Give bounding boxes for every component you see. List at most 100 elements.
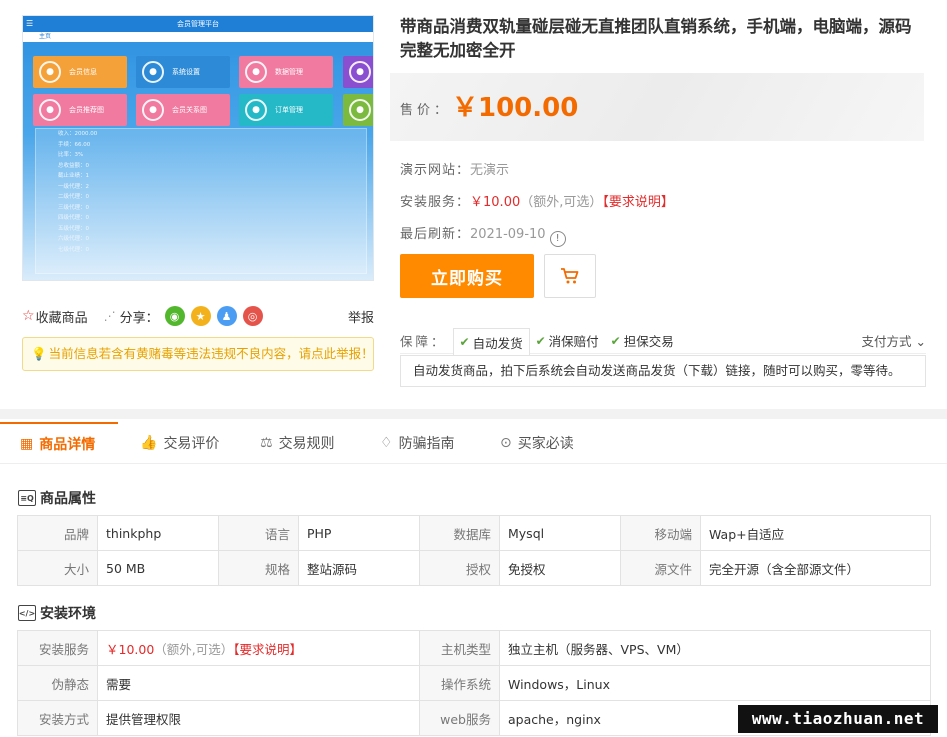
clock-icon[interactable]: ! (549, 231, 566, 247)
check-icon: ✔ (535, 333, 546, 348)
table-row: 安装服务 ￥10.00（额外,可选）【要求说明】 主机类型 独立主机（服务器、V… (17, 630, 931, 666)
demo-site-row: 演示网站：无演示 (400, 163, 510, 178)
preview-stat-line: 三级代理：0 (58, 204, 89, 211)
guarantee-escrow[interactable]: ✔ 担保交易 (605, 328, 680, 354)
attribute-value: thinkphp (97, 515, 219, 551)
preview-stats-panel: 收入：2000.00 手续：66.00 比率：3% 总收益额：0 截止业绩：1 一级代理：… (35, 128, 367, 274)
attribute-value: PHP (298, 515, 420, 551)
preview-stat-line: 总收益额：0 (58, 162, 89, 169)
payment-methods-dropdown[interactable]: 支付方式 ⌄ (862, 331, 926, 350)
demo-site-value: 无演示 (470, 163, 510, 178)
cart-icon (561, 268, 579, 284)
attributes-table: 品牌 thinkphp 语言 PHP 数据库 Mysql 移动端 Wap+自适应 大小 50 MB… (17, 515, 931, 586)
code-icon: </> (18, 605, 36, 621)
price-label: 售价： (400, 103, 452, 118)
check-icon: ✔ (610, 333, 621, 348)
attribute-value: Wap+自适应 (700, 515, 931, 551)
attributes-title: ≡Q 商品属性 (18, 488, 96, 508)
grid-icon: ▦ (20, 436, 34, 452)
target-icon: ⊙ (500, 435, 512, 451)
table-row: 伪静态 需要 操作系统 Windows，Linux (17, 665, 931, 701)
tab-buyer-notice[interactable]: ⊙ 买家必读 (500, 422, 574, 464)
preview-stat-line: 七级代理：0 (58, 246, 89, 253)
tile-icon: ● (39, 99, 61, 121)
tile-icon: ● (245, 99, 267, 121)
requirements-link[interactable]: 【要求说明】 (602, 195, 674, 210)
search-list-icon: ≡Q (18, 490, 36, 506)
tab-trade-rules[interactable]: ⚖ 交易规则 (260, 422, 335, 464)
product-title: 带商品消费双轨量碰层碰无直推团队直销系统，手机端，电脑端，源码完整无加密全开 (400, 17, 912, 60)
check-icon: ✔ (459, 335, 470, 349)
wechat-icon[interactable]: ◉ (164, 306, 185, 326)
star-icon: ☆ (22, 308, 35, 324)
attribute-key: 大小 (17, 550, 98, 586)
preview-stat-line: 四级代理：0 (58, 215, 89, 221)
menu-icon: ☰ (26, 19, 34, 28)
guarantee-description: 自动发货商品，拍下后系统会自动发送商品发货（下载）链接，随时可以购买，零等待。 (400, 355, 926, 387)
attribute-key: 品牌 (17, 515, 98, 551)
favorite-button[interactable]: ☆ 收藏商品 (22, 307, 88, 326)
table-row: 品牌 thinkphp 语言 PHP 数据库 Mysql 移动端 Wap+自适应 (17, 515, 931, 551)
last-refresh-row: 最后刷新：2021-09-10! (400, 223, 566, 247)
guarantee-row: 保障： ✔ 自动发货 ✔ 消保赔付 ✔ 担保交易 支付方式 ⌄ (400, 327, 926, 356)
tab-anti-fraud[interactable]: ♢ 防骗指南 (380, 422, 455, 464)
qq-icon[interactable]: ♟ (216, 306, 237, 326)
tile-icon: ● (349, 61, 371, 83)
preview-tile: ● 会员信息 (33, 56, 127, 88)
site-watermark: www.tiaozhuan.net (738, 705, 938, 733)
detail-tabs: ▦ 商品详情 👍 交易评价 ⚖ 交易规则 ♢ 防骗指南 ⊙ 买家必读 (0, 422, 947, 464)
thumbs-up-icon: 👍 (140, 435, 158, 451)
preview-tile: ● 订单管理 (239, 94, 333, 126)
requirements-link[interactable]: 【要求说明】 (233, 642, 302, 657)
guarantee-compensation[interactable]: ✔ 消保赔付 (530, 328, 605, 354)
preview-tile: ● 会员关系图 (136, 94, 230, 126)
share-icon: ⋰ (103, 309, 116, 323)
chevron-down-icon: ⌄ (911, 334, 926, 349)
guarantee-auto-delivery[interactable]: ✔ 自动发货 (452, 327, 530, 356)
attribute-value: Mysql (499, 515, 621, 551)
buy-now-button[interactable]: 立即购买 (400, 254, 534, 298)
attribute-value: 免授权 (499, 550, 621, 586)
preview-tile: ● (343, 56, 373, 88)
action-row: ☆ 收藏商品 ⋰ 分享： ◉ ★ ♟ ◎ 举报 (22, 305, 374, 327)
attribute-key: 源文件 (620, 550, 701, 586)
tab-product-details[interactable]: ▦ 商品详情 (0, 422, 118, 464)
attribute-key: 数据库 (419, 515, 500, 551)
environment-title: </> 安装环境 (18, 605, 96, 622)
product-preview-image[interactable]: ☰ 会员管理平台 主页 ● 会员信息 ● 系统设置 ● 数据管理 ● ● 会员推荐图 ● 会员关系图… (22, 15, 374, 281)
preview-stat-line: 比率：3% (58, 152, 84, 158)
weibo-icon[interactable]: ◎ (242, 306, 263, 326)
tile-icon: ● (39, 61, 61, 83)
table-row: 大小 50 MB 规格 整站源码 授权 免授权 源文件 完全开源（含全部源文件） (17, 550, 931, 586)
preview-subnav: 主页 (23, 32, 373, 42)
preview-stat-line: 收入：2000.00 (58, 131, 98, 137)
preview-stat-line: 六级代理：0 (58, 236, 89, 242)
preview-stat-line: 五级代理：0 (58, 225, 89, 232)
tab-reviews[interactable]: 👍 交易评价 (140, 422, 219, 464)
attribute-value: 50 MB (97, 550, 219, 586)
install-service-row: 安装服务：￥10.00（额外,可选）【要求说明】 (400, 195, 674, 210)
preview-tile: ● 数据管理 (239, 56, 333, 88)
scale-icon: ⚖ (260, 435, 273, 451)
report-link[interactable]: 举报 (348, 307, 374, 326)
price-value: ￥100.00 (452, 93, 579, 123)
section-separator (0, 409, 947, 419)
attribute-value: 完全开源（含全部源文件） (700, 550, 931, 586)
preview-tile: ● 系统设置 (136, 56, 230, 88)
bulb-icon: ♢ (380, 435, 393, 451)
preview-stat-line: 手续：66.00 (58, 141, 91, 148)
lightbulb-icon: 💡 (31, 346, 47, 361)
tile-icon: ● (349, 99, 371, 121)
preview-stat-line: 二级代理：0 (58, 194, 89, 200)
add-to-cart-button[interactable] (544, 254, 596, 298)
qzone-icon[interactable]: ★ (190, 306, 211, 326)
tile-icon: ● (142, 61, 164, 83)
attribute-key: 授权 (419, 550, 500, 586)
preview-stat-line: 截止业绩：1 (58, 173, 89, 179)
report-warning[interactable]: 💡 当前信息若含有黄赌毒等违法违规不良内容，请点此举报！ (22, 337, 374, 371)
tile-icon: ● (245, 61, 267, 83)
tile-icon: ● (142, 99, 164, 121)
attribute-key: 移动端 (620, 515, 701, 551)
share-group: ⋰ 分享： ◉ ★ ♟ ◎ (104, 306, 263, 326)
preview-tile: ● 会员推荐图 (33, 94, 127, 126)
